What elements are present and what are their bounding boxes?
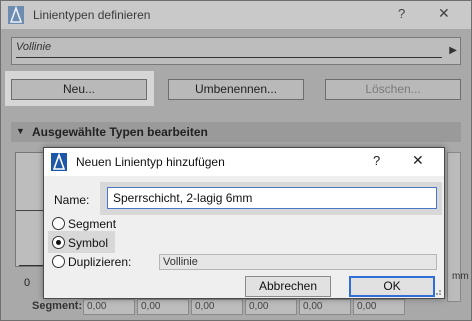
cancel-button[interactable]: Abbrechen — [245, 276, 331, 297]
name-label: Name: — [54, 193, 90, 207]
radio-label: Segment — [68, 217, 117, 231]
unit-label: mm — [452, 271, 469, 282]
radio-label: Symbol — [68, 236, 109, 250]
help-icon: ? — [398, 6, 406, 21]
help-icon[interactable]: ? — [373, 153, 380, 168]
delete-button: Löschen... — [325, 79, 461, 100]
linetype-selector: Vollinie ▶ — [11, 37, 461, 65]
preview-line — [16, 210, 44, 211]
new-linetype-dialog: Neuen Linientyp hinzufügen ? ✕ Name: Seg… — [43, 147, 445, 299]
background-dialog-title: Linientypen definieren — [33, 8, 151, 22]
segment-label: Segment: — [32, 300, 83, 312]
section-label: Ausgewählte Typen bearbeiten — [32, 125, 208, 139]
segment-field: 0,00 — [299, 299, 351, 315]
new-button: Neu... — [11, 79, 147, 100]
linetype-preview — [15, 152, 45, 267]
radio-label: Duplizieren: — [68, 255, 132, 269]
segment-field: 0,00 — [245, 299, 297, 315]
close-icon[interactable]: ✕ — [412, 152, 424, 169]
segment-field: 0,00 — [83, 299, 135, 315]
edit-types-section-header: ▼ Ausgewählte Typen bearbeiten — [11, 122, 461, 142]
radio-button[interactable] — [52, 255, 65, 268]
ok-button[interactable]: OK — [349, 276, 435, 297]
rename-button: Umbenennen... — [168, 79, 304, 100]
ruler-zero-label: 0 — [24, 277, 31, 289]
duplicate-source-field: Vollinie — [159, 254, 437, 270]
radio-button[interactable] — [52, 217, 65, 230]
name-input[interactable] — [107, 187, 437, 209]
background-titlebar: Linientypen definieren ? ✕ — [1, 1, 471, 29]
segment-field: 0,00 — [191, 299, 243, 315]
resize-grip-icon[interactable] — [432, 286, 442, 296]
chevron-right-icon: ▶ — [449, 45, 457, 56]
linetype-selector-value: Vollinie — [16, 41, 52, 53]
segment-field: 0,00 — [137, 299, 189, 315]
archicad-logo-icon — [8, 6, 24, 24]
archicad-logo-icon — [51, 153, 67, 171]
radio-button-checked[interactable] — [52, 236, 65, 249]
triangle-down-icon: ▼ — [16, 126, 25, 136]
dialog-title: Neuen Linientyp hinzufügen — [76, 155, 225, 169]
line-preview — [16, 57, 442, 58]
dialog-titlebar[interactable]: Neuen Linientyp hinzufügen ? ✕ — [44, 148, 444, 176]
close-icon: ✕ — [438, 5, 450, 21]
segment-field: 0,00 — [353, 299, 405, 315]
